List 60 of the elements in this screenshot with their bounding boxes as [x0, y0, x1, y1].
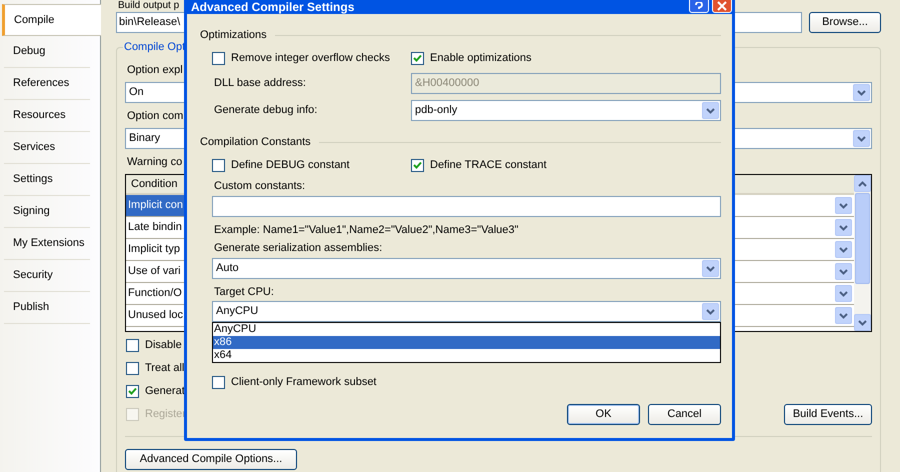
sidebar-tab[interactable]: My Extensions: [4, 228, 90, 260]
field-label: Build output p: [117, 0, 180, 11]
field-label: Warning co: [126, 156, 182, 169]
sidebar-tab[interactable]: Publish: [4, 292, 90, 324]
scroll-down-icon[interactable]: [854, 314, 871, 331]
sidebar-tab[interactable]: Security: [4, 260, 90, 292]
checkbox[interactable]: [126, 339, 139, 352]
section-title: Compilation Constants: [200, 136, 311, 149]
sidebar-tab[interactable]: Settings: [4, 164, 90, 196]
sidebar-tab[interactable]: Compile: [2, 4, 101, 36]
checkbox-label: Remove integer overflow checks: [231, 52, 390, 65]
build-events-button[interactable]: Build Events...: [784, 404, 872, 425]
checkbox-label: Generat: [145, 385, 185, 398]
checkbox-label: Treat all: [145, 362, 184, 375]
group-title: Compile Opt: [123, 41, 186, 54]
checkbox-label: Enable optimizations: [430, 52, 532, 65]
column-header: Condition: [130, 176, 178, 192]
field-label: DLL base address:: [213, 76, 307, 92]
field-label: Generate debug info:: [213, 103, 318, 118]
checkbox[interactable]: [411, 52, 424, 65]
field-label: Option expl: [126, 64, 183, 77]
checkbox[interactable]: [126, 385, 139, 398]
field-label: Target CPU:: [213, 286, 274, 299]
example-text: Example: Name1="Value1",Name2="Value2",Name3="Value3": [213, 224, 518, 237]
dropdown-field[interactable]: AnyCPU: [212, 301, 721, 322]
sidebar-tab[interactable]: Signing: [4, 196, 90, 228]
dialog-title: Advanced Compiler Settings: [191, 0, 354, 14]
field-label: Generate serialization assemblies:: [213, 242, 382, 255]
checkbox-label: Client-only Framework subset: [231, 376, 376, 389]
scroll-up-icon[interactable]: [854, 175, 871, 192]
checkbox[interactable]: [212, 376, 225, 389]
sidebar-tab[interactable]: Debug: [4, 36, 90, 68]
checkbox[interactable]: [212, 159, 225, 172]
scrollbar[interactable]: [854, 175, 871, 331]
dialog-button[interactable]: Cancel: [648, 404, 721, 425]
checkbox-label: Disable: [145, 339, 182, 352]
custom-constants-field[interactable]: [212, 196, 721, 217]
sidebar-tab[interactable]: Services: [4, 132, 90, 164]
dropdown-field[interactable]: pdb-only: [411, 100, 721, 121]
dropdown-option[interactable]: AnyCPU: [213, 323, 720, 336]
dropdown-option[interactable]: x64: [213, 349, 720, 362]
browse-button[interactable]: Browse...: [809, 12, 881, 33]
dropdown-option[interactable]: x86: [213, 336, 720, 349]
checkbox[interactable]: [411, 159, 424, 172]
help-icon[interactable]: [689, 0, 709, 13]
field-label: Custom constants:: [213, 180, 306, 193]
scrollbar-thumb[interactable]: [855, 193, 870, 284]
section-title: Optimizations: [200, 29, 267, 42]
checkbox-label: Register: [145, 408, 186, 421]
sidebar-tab[interactable]: Resources: [4, 100, 90, 132]
dropdown-field[interactable]: Auto: [212, 258, 721, 279]
field-label: Option com: [126, 110, 184, 123]
sidebar-tab[interactable]: References: [4, 68, 90, 100]
advanced-compile-options-button[interactable]: Advanced Compile Options...: [125, 449, 297, 470]
checkbox-label: Define DEBUG constant: [231, 159, 350, 172]
close-icon[interactable]: [712, 0, 732, 13]
checkbox[interactable]: [212, 52, 225, 65]
checkbox[interactable]: [126, 362, 139, 375]
dialog-button[interactable]: OK: [567, 404, 640, 425]
checkbox-label: Define TRACE constant: [430, 159, 547, 172]
